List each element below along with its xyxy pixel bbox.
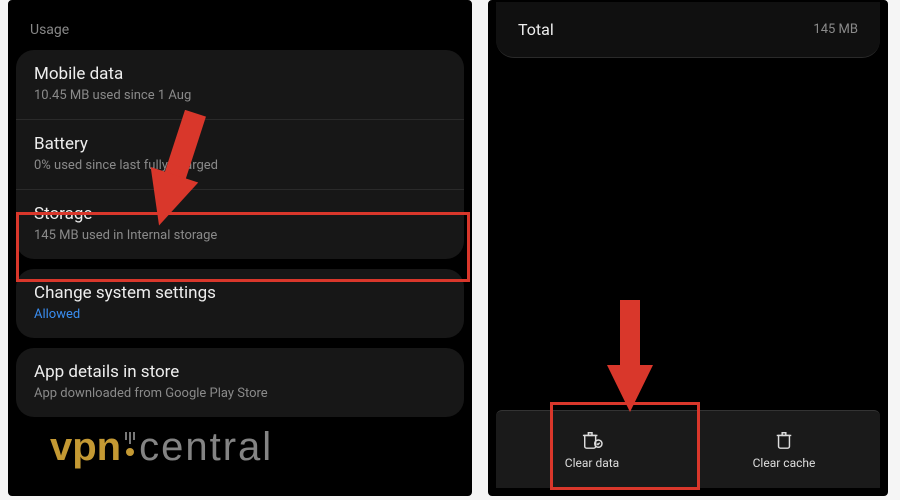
store-card: App details in store App downloaded from…: [16, 348, 464, 417]
row-title: Battery: [34, 134, 446, 154]
row-battery[interactable]: Battery 0% used since last fully charged: [16, 120, 464, 190]
row-app-details[interactable]: App details in store App downloaded from…: [16, 348, 464, 417]
total-label: Total: [518, 20, 554, 39]
row-mobile-data[interactable]: Mobile data 10.45 MB used since 1 Aug: [16, 50, 464, 120]
phone-screenshot-storage: Total 145 MB Clear data Clear cache: [488, 0, 888, 496]
action-label: Clear cache: [753, 456, 816, 470]
action-label: Clear data: [565, 456, 619, 470]
trash-cache-icon: [774, 430, 794, 450]
row-subtitle: App downloaded from Google Play Store: [34, 386, 446, 401]
annotation-arrow-icon: [605, 300, 655, 415]
clear-data-button[interactable]: Clear data: [496, 411, 688, 488]
row-change-system-settings[interactable]: Change system settings Allowed: [16, 269, 464, 338]
row-title: Mobile data: [34, 64, 446, 84]
watermark-separator-icon: [125, 432, 135, 456]
row-storage[interactable]: Storage 145 MB used in Internal storage: [16, 190, 464, 259]
bottom-action-bar: Clear data Clear cache: [496, 410, 880, 488]
phone-screenshot-settings: Usage Mobile data 10.45 MB used since 1 …: [8, 0, 472, 496]
usage-card: Mobile data 10.45 MB used since 1 Aug Ba…: [16, 50, 464, 259]
row-title: Change system settings: [34, 283, 446, 303]
section-label-usage: Usage: [10, 2, 470, 50]
total-value: 145 MB: [813, 22, 858, 37]
row-subtitle: 0% used since last fully charged: [34, 158, 446, 173]
permissions-card: Change system settings Allowed: [16, 269, 464, 338]
row-title: App details in store: [34, 362, 446, 382]
trash-data-icon: [581, 430, 603, 450]
row-title: Storage: [34, 204, 446, 224]
watermark-brand-part2: central: [139, 425, 273, 470]
row-total: Total 145 MB: [496, 2, 880, 58]
row-subtitle: Allowed: [34, 307, 446, 322]
watermark-brand-part1: vpn: [50, 425, 121, 470]
row-subtitle: 145 MB used in Internal storage: [34, 228, 446, 243]
watermark-logo: vpn central: [50, 425, 273, 470]
row-subtitle: 10.45 MB used since 1 Aug: [34, 88, 446, 103]
clear-cache-button[interactable]: Clear cache: [688, 411, 880, 488]
